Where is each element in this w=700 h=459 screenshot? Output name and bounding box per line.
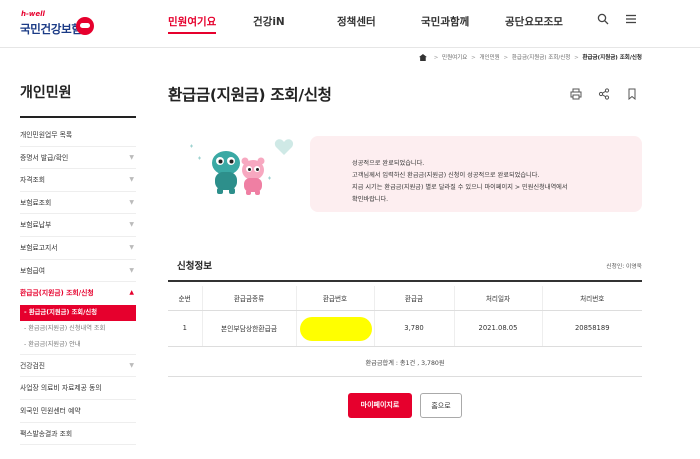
nav-item-policy[interactable]: 정책센터 [337,14,376,29]
nav-item-together[interactable]: 국민과함께 [421,14,469,29]
chevron-down-icon: ▼ [129,361,134,369]
sidebar-item-premium-bill[interactable]: 보험료고지서 ▼ [20,237,136,260]
cell-amount: 3,780 [373,310,454,347]
logo-name: 국민건강보험 [20,22,82,36]
column-header: 환급금 [373,286,454,311]
logo-hwell: h-well [21,10,45,18]
search-icon[interactable] [597,13,609,29]
applicant-label: 신청인: 이영욱 [606,264,642,270]
notice-line: 지급 시기는 환급금(지원금) 별로 달라질 수 있으니 마이페이지 > 민원신… [352,184,568,191]
sidebar-item-list[interactable]: 개인민원업무 목록 [20,124,136,147]
column-header: 순번 [168,286,202,311]
nav-item-about[interactable]: 공단요모조모 [505,14,563,29]
page-title: 환급금(지원금) 조회/신청 [168,86,332,104]
column-header: 처리번호 [541,286,642,311]
column-header: 환급번호 [295,286,374,311]
notice-line: 성공적으로 완료되었습니다. [352,160,425,167]
total-divider [168,376,642,377]
chevron-down-icon: ▼ [129,176,134,184]
sidebar-item-medical-consent[interactable]: 사업장 의료비 자료제공 동의 [20,377,136,400]
chevron-up-icon: ▲ [129,289,134,297]
refund-result-table: 순번 환급금종류 환급번호 환급금 처리일자 처리번호 1 본인부담상한환급금 … [168,286,642,347]
nav-item-civil[interactable]: 민원여기요 [168,14,217,34]
notice-line: 확인바랍니다. [352,196,389,203]
notice-bubble: 성공적으로 완료되었습니다. 고객님께서 입력하신 환급금(지원금) 신청이 성… [310,136,642,212]
table-row: 1 본인부담상한환급금 3,780 2021.08.05 20858189 [168,310,642,347]
sidebar-item-foreigner-reservation[interactable]: 외국인 민원센터 예약 [20,400,136,423]
home-button[interactable]: 홈으로 [420,393,462,418]
sidebar-item-checkup[interactable]: 건강검진 ▼ [20,355,136,378]
cell-refund-number [295,310,374,347]
sidebar-divider [20,116,136,118]
sidebar-item-fax-result[interactable]: 팩스발송결과 조회 [20,423,136,446]
mypage-button[interactable]: 마이페이지로 [348,393,412,418]
chevron-down-icon: ▼ [129,153,134,161]
mascot-characters-icon [190,139,294,195]
table-header-row: 순번 환급금종류 환급번호 환급금 처리일자 처리번호 [168,286,642,311]
sidebar-menu: 개인민원업무 목록 증명서 발급/확인 ▼ 자격조회 ▼ 보험료조회 ▼ 보험료납부 ▼… [20,124,136,446]
sidebar-subitem-refund-apply[interactable]: - 환급금(지원금) 조회/신청 [20,304,136,321]
column-header: 환급금종류 [201,286,296,311]
refund-total: 환급금합계 : 총1건 , 3,780원 [365,360,445,367]
breadcrumb-item[interactable]: 개인민원 [479,55,499,61]
sidebar-item-benefits[interactable]: 보험급여 ▼ [20,260,136,283]
sidebar-item-premium-inquiry[interactable]: 보험료조회 ▼ [20,192,136,215]
home-icon[interactable] [418,54,427,61]
redaction-highlight [299,316,372,341]
nhis-logo[interactable]: h-well 국민건강보험 [18,10,104,40]
breadcrumb: > 민원여기요 > 개인민원 > 환급금(지원금) 조회/신청 > 환급금(지원… [418,53,642,61]
print-icon[interactable] [570,88,582,100]
cell-process-number: 20858189 [541,310,642,347]
logo-mark-icon [76,17,94,35]
share-icon[interactable] [598,88,610,100]
cell-refund-type: 본인부담상한환급금 [201,310,296,347]
sidebar-item-eligibility[interactable]: 자격조회 ▼ [20,169,136,192]
chevron-down-icon: ▼ [129,243,134,251]
sidebar-item-certificate[interactable]: 증명서 발급/확인 ▼ [20,147,136,170]
site-header: h-well 국민건강보험 민원여기요 건강iN 정책센터 국민과함께 공단요모… [0,0,700,48]
breadcrumb-item[interactable]: 민원여기요 [442,55,467,61]
sidebar-subitem-refund-history[interactable]: - 환급금(지원금) 신청내역 조회 [20,321,136,337]
cell-process-date: 2021.08.05 [453,310,542,347]
sidebar-title: 개인민원 [20,85,72,101]
notice-line: 고객님께서 입력하신 환급금(지원금) 신청이 성공적으로 완료되었습니다. [352,172,540,179]
breadcrumb-item[interactable]: 환급금(지원금) 조회/신청 [512,55,571,61]
sidebar-item-refund[interactable]: 환급금(지원금) 조회/신청 ▲ [20,282,136,305]
chevron-down-icon: ▼ [129,221,134,229]
completion-notice: 성공적으로 완료되었습니다. 고객님께서 입력하신 환급금(지원금) 신청이 성… [168,128,642,212]
menu-icon[interactable] [625,13,637,29]
nav-item-health-in[interactable]: 건강iN [253,14,285,29]
section-divider [168,280,642,282]
cell-seq: 1 [168,310,202,347]
sidebar-subitem-refund-guide[interactable]: - 환급금(지원금) 안내 [20,337,136,355]
bookmark-icon[interactable] [626,88,638,101]
chevron-down-icon: ▼ [129,266,134,274]
section-title: 신청정보 [177,261,212,272]
sidebar-item-premium-payment[interactable]: 보험료납부 ▼ [20,214,136,237]
column-header: 처리일자 [453,286,542,311]
breadcrumb-current: 환급금(지원금) 조회/신청 [582,55,642,61]
chevron-down-icon: ▼ [129,198,134,206]
